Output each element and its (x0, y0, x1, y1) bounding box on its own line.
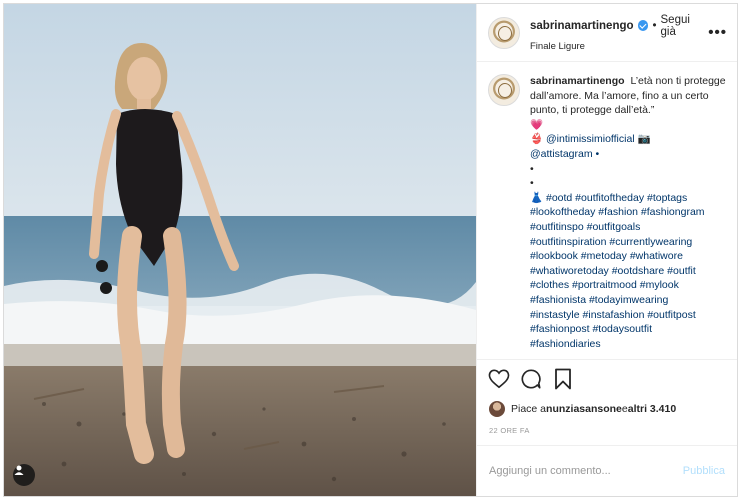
caption-author-avatar[interactable] (488, 74, 520, 106)
bookmark-icon (555, 368, 571, 390)
hashtag-line[interactable]: #fashionpost #todaysoutfit (530, 322, 726, 337)
caption: sabrinamartinengo L’età non ti protegge … (488, 74, 726, 351)
caption-line: • (530, 162, 534, 175)
add-comment-form: Pubblica (477, 446, 737, 496)
beach-photo-illustration (4, 4, 476, 496)
comment-icon (521, 369, 541, 389)
hashtag-line[interactable]: #lookbook #metoday #whatiwore (530, 249, 726, 264)
author-username[interactable]: sabrinamartinengo (530, 20, 634, 32)
tagged-users-button[interactable] (13, 464, 35, 486)
post-header: sabrinamartinengo • Segui già Finale Lig… (477, 4, 737, 62)
caption-line: • (530, 177, 534, 190)
caption-line[interactable]: 👙 @intimissimiofficial 📷 (530, 132, 726, 147)
hashtag-line[interactable]: #outfitinspiration #currentlywearing (530, 235, 726, 250)
liker-username[interactable]: nunziasansone (546, 403, 622, 415)
caption-line[interactable]: @attistagram • (530, 147, 726, 162)
caption-line: 💗 (530, 118, 544, 131)
comments-section: sabrinamartinengo L’età non ti protegge … (477, 62, 737, 360)
liker-avatar[interactable] (489, 401, 505, 417)
hashtag-line[interactable]: #fashionista #todayimwearing (530, 293, 726, 308)
hashtag-line[interactable]: #instastyle #instafashion #outfitpost (530, 308, 726, 323)
hashtag-line[interactable]: #outfitinspo #outfitgoals (530, 220, 726, 235)
likes-summary: Piace a nunziasansone e altri 3.410 (477, 398, 737, 420)
verified-badge-icon (637, 20, 649, 31)
caption-text: sabrinamartinengo L’età non ti protegge … (530, 74, 726, 351)
hashtag-line[interactable]: #fashiondiaries (530, 337, 726, 352)
post-sidebar: sabrinamartinengo • Segui già Finale Lig… (476, 4, 737, 496)
author-info: sabrinamartinengo • Segui già Finale Lig… (530, 14, 708, 52)
hashtag-line[interactable]: 👗 #ootd #outfitoftheday #toptags (530, 191, 726, 206)
publish-button[interactable]: Pubblica (683, 465, 725, 477)
comment-button[interactable] (519, 367, 543, 391)
user-icon (14, 465, 24, 475)
instagram-post: sabrinamartinengo • Segui già Finale Lig… (3, 3, 738, 497)
author-avatar[interactable] (488, 16, 520, 49)
separator-dot: • (652, 19, 657, 32)
hashtag-line[interactable]: #clothes #portraitmood #mylook (530, 278, 726, 293)
hashtag-line[interactable]: #lookoftheday #fashion #fashiongram (530, 205, 726, 220)
hashtag-line[interactable]: #whatiworetoday #ootdshare #outfit (530, 264, 726, 279)
post-timestamp[interactable]: 22 ORE FA (477, 420, 737, 446)
like-button[interactable] (487, 367, 511, 391)
post-location[interactable]: Finale Ligure (530, 41, 708, 52)
post-photo[interactable] (4, 4, 476, 496)
post-actions (477, 360, 737, 398)
likes-prefix: Piace a (511, 403, 547, 415)
more-options-icon[interactable]: ••• (708, 24, 727, 41)
following-button[interactable]: Segui già (661, 14, 709, 38)
caption-username[interactable]: sabrinamartinengo (530, 75, 625, 87)
comment-input[interactable] (489, 465, 683, 477)
likes-others-link[interactable]: altri 3.410 (628, 403, 676, 415)
save-button[interactable] (551, 367, 575, 391)
heart-icon (488, 369, 510, 389)
